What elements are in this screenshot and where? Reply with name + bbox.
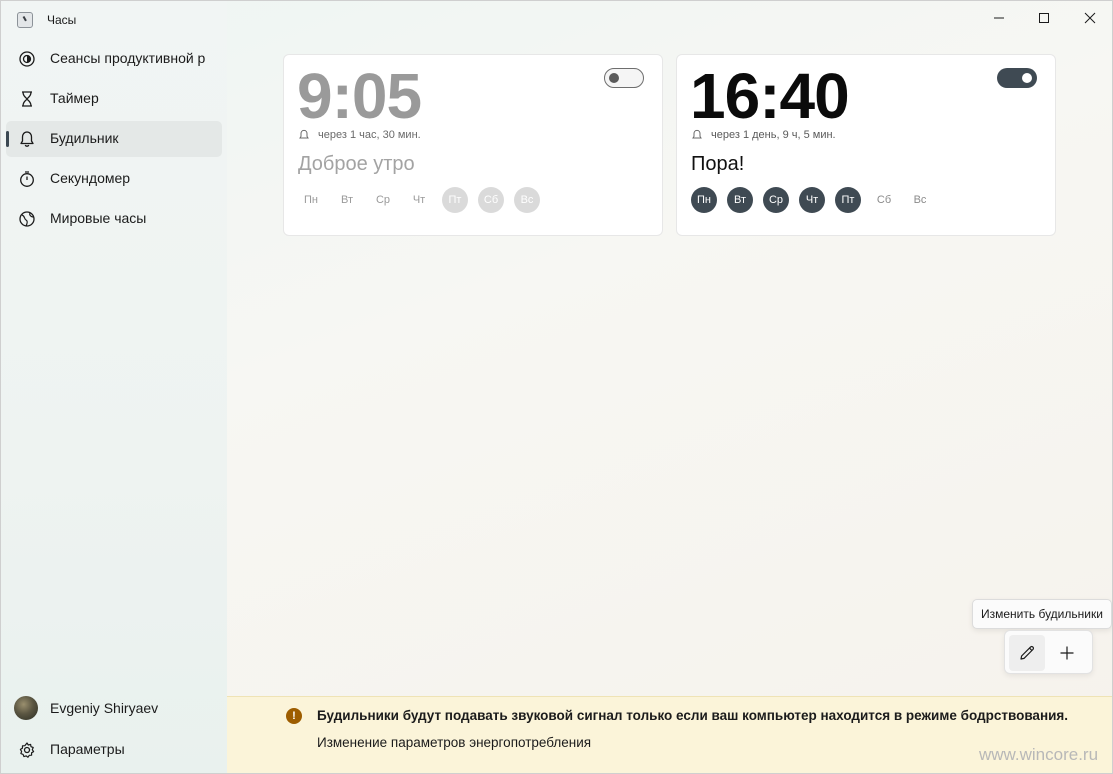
- day-sat: Сб: [876, 194, 892, 206]
- watermark: www.wincore.ru: [979, 745, 1099, 764]
- add-alarm-button[interactable]: [1049, 635, 1085, 671]
- user-name: Evgeniy Shiryaev: [50, 700, 159, 716]
- alarm-time: 9:05: [297, 60, 422, 132]
- day-sun: Вс: [913, 194, 927, 206]
- alarm-card[interactable]: 9:05 через 1 час, 30 мин. Доброе утро Пн…: [283, 54, 663, 236]
- clock-app-icon: [17, 12, 33, 28]
- sidebar-item-timer[interactable]: Таймер: [6, 81, 222, 117]
- sidebar-item-label: Сеансы продуктивной работы: [50, 50, 206, 66]
- warning-icon: !: [286, 708, 302, 724]
- day-tue: Вт: [727, 187, 753, 213]
- edit-alarms-button[interactable]: [1009, 635, 1045, 671]
- day-thu: Чт: [799, 187, 825, 213]
- app-title-bar: Часы: [17, 10, 76, 30]
- sidebar-item-label: Параметры: [50, 741, 125, 757]
- alarm-countdown-text: через 1 день, 9 ч, 5 мин.: [711, 129, 836, 141]
- alarm-time: 16:40: [690, 60, 850, 132]
- close-icon: [1084, 12, 1096, 24]
- close-button[interactable]: [1067, 1, 1112, 35]
- sidebar-item-label: Будильник: [50, 130, 119, 146]
- day-tue: Вт: [340, 194, 353, 206]
- stopwatch-icon: [18, 170, 36, 188]
- clock-app-window: Часы Сеансы продуктивной работы Таймер Б…: [0, 0, 1113, 774]
- bell-icon: [299, 129, 309, 139]
- selection-indicator: [6, 131, 9, 147]
- day-mon: Пн: [691, 187, 717, 213]
- plus-icon: [1060, 646, 1074, 660]
- sidebar-item-label: Таймер: [50, 90, 99, 106]
- alarm-name: Пора!: [691, 153, 745, 175]
- bell-icon: [692, 129, 702, 139]
- focus-icon: [18, 50, 36, 68]
- sidebar-item-world-clock[interactable]: Мировые часы: [6, 201, 222, 237]
- day-sat: Сб: [478, 187, 504, 213]
- maximize-button[interactable]: [1021, 1, 1067, 35]
- edit-alarms-tooltip: Изменить будильники: [972, 599, 1112, 629]
- maximize-icon: [1039, 13, 1049, 23]
- hourglass-icon: [18, 90, 36, 108]
- alarm-card[interactable]: 16:40 через 1 день, 9 ч, 5 мин. Пора! Пн…: [676, 54, 1056, 236]
- alarm-countdown: через 1 день, 9 ч, 5 мин.: [691, 129, 836, 141]
- day-wed: Ср: [763, 187, 789, 213]
- sidebar-item-label: Секундомер: [50, 170, 131, 186]
- alarm-days: Пн Вт Ср Чт Пт Сб Вс: [691, 187, 933, 213]
- avatar: [14, 696, 38, 720]
- power-settings-link[interactable]: Изменение параметров энергопотребления: [317, 735, 591, 750]
- sidebar-item-label: Мировые часы: [50, 210, 147, 226]
- day-fri: Пт: [835, 187, 861, 213]
- user-account[interactable]: Evgeniy Shiryaev: [6, 690, 222, 726]
- app-title: Часы: [47, 13, 77, 27]
- sidebar-item-stopwatch[interactable]: Секундомер: [6, 161, 222, 197]
- alarm-actions: [1004, 630, 1093, 674]
- day-sun: Вс: [514, 187, 540, 213]
- sidebar-item-alarm[interactable]: Будильник: [6, 121, 222, 157]
- alarm-countdown-text: через 1 час, 30 мин.: [318, 129, 421, 141]
- minimize-icon: [994, 17, 1004, 19]
- globe-icon: [18, 210, 36, 228]
- sidebar: Часы Сеансы продуктивной работы Таймер Б…: [1, 1, 227, 773]
- info-message: Будильники будут подавать звуковой сигна…: [317, 708, 1069, 723]
- minimize-button[interactable]: [976, 1, 1022, 35]
- day-fri: Пт: [442, 187, 468, 213]
- alarm-days: Пн Вт Ср Чт Пт Сб Вс: [298, 187, 540, 213]
- sidebar-item-focus-sessions[interactable]: Сеансы продуктивной работы: [6, 41, 222, 77]
- alarm-toggle[interactable]: [997, 68, 1037, 88]
- day-mon: Пн: [304, 194, 318, 206]
- alarm-toggle[interactable]: [604, 68, 644, 88]
- day-thu: Чт: [412, 194, 426, 206]
- alarm-name: Доброе утро: [298, 153, 415, 175]
- bell-icon: [18, 130, 36, 148]
- sidebar-item-settings[interactable]: Параметры: [6, 732, 222, 768]
- pencil-icon: [1020, 645, 1035, 660]
- alarm-countdown: через 1 час, 30 мин.: [298, 129, 421, 141]
- day-wed: Ср: [375, 194, 391, 206]
- gear-icon: [18, 741, 36, 759]
